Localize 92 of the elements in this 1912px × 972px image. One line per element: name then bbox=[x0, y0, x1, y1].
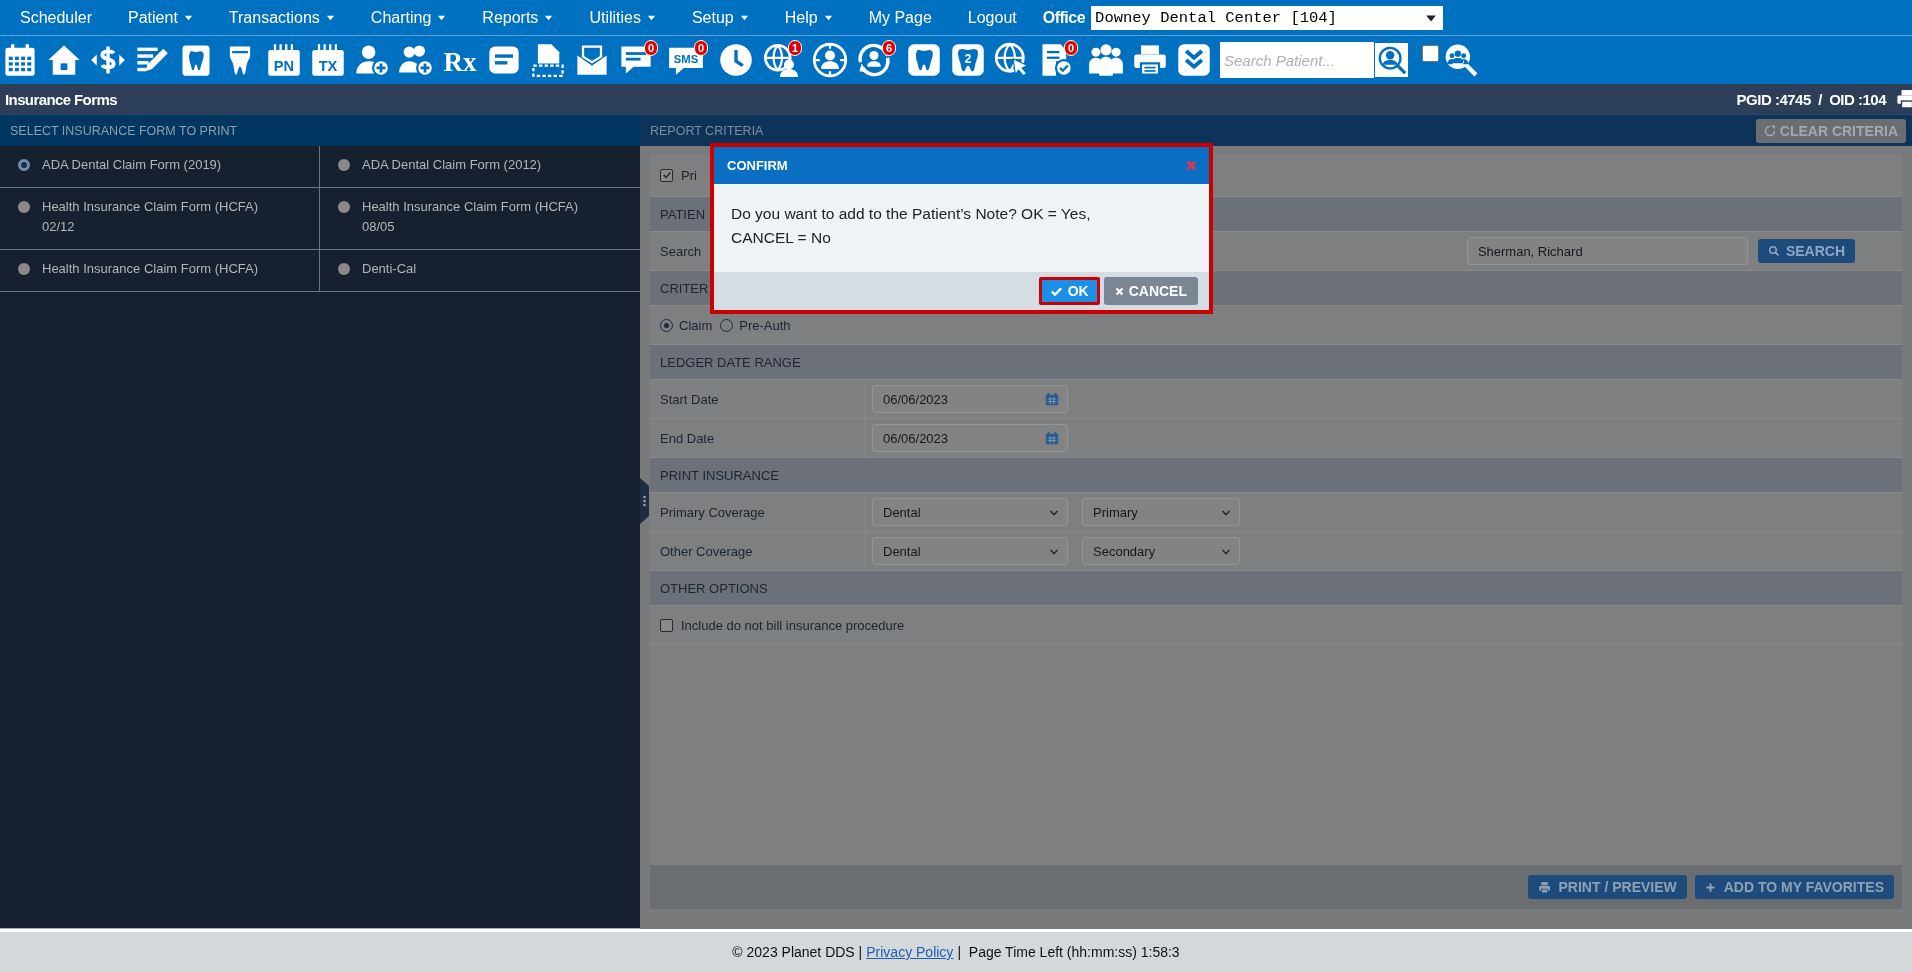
dropdown[interactable]: Dental bbox=[872, 498, 1068, 526]
tooth-icon[interactable] bbox=[906, 42, 942, 78]
ok-button[interactable]: OK bbox=[1038, 277, 1100, 305]
menu-item[interactable]: My Page bbox=[868, 8, 932, 27]
dialog-title: CONFIRM bbox=[727, 158, 788, 173]
action-button[interactable]: PRINT / PREVIEW bbox=[1527, 875, 1687, 899]
plus-icon bbox=[1704, 881, 1716, 893]
dropdown[interactable]: Primary bbox=[1082, 498, 1240, 526]
date-field[interactable]: 06/06/2023 bbox=[872, 424, 1068, 452]
menu-item[interactable]: Setup bbox=[691, 8, 749, 27]
radio-label: Claim bbox=[679, 317, 713, 333]
form-option-label[interactable]: ADA Dental Claim Form (2019) bbox=[42, 155, 222, 175]
close-icon bbox=[1114, 286, 1124, 296]
privacy-policy-link[interactable]: Privacy Policy bbox=[866, 944, 954, 960]
checkbox[interactable] bbox=[660, 168, 673, 182]
document-scan-icon[interactable] bbox=[530, 42, 566, 78]
office-select[interactable]: Downey Dental Center [104] bbox=[1091, 5, 1444, 30]
user-add-icon[interactable] bbox=[354, 42, 390, 78]
calendar-icon[interactable] bbox=[2, 42, 38, 78]
globe-user-icon[interactable] bbox=[812, 42, 848, 78]
menu-item[interactable]: Patient bbox=[128, 8, 193, 27]
panel-heading: REPORT CRITERIA bbox=[650, 123, 764, 138]
date-field[interactable]: 06/06/2023 bbox=[872, 385, 1068, 413]
form-option-label[interactable]: Denti-Cal bbox=[362, 259, 417, 279]
field-label: Primary Coverage bbox=[660, 504, 765, 520]
menu-item[interactable]: Logout bbox=[967, 8, 1017, 27]
form-option-label[interactable]: Health Insurance Claim Form (HCFA) 02/12 bbox=[42, 197, 282, 237]
menu-item[interactable]: Charting bbox=[370, 8, 447, 27]
page-time-left: | Page Time Left (hh:mm:ss) 1:58:3 bbox=[957, 944, 1180, 960]
page-ids: PGID :4745 / OID :104 bbox=[1736, 90, 1886, 108]
clock-icon[interactable] bbox=[718, 42, 754, 78]
cancel-button[interactable]: CANCEL bbox=[1103, 277, 1198, 305]
printer-icon[interactable] bbox=[1896, 88, 1912, 110]
group-search-icon[interactable] bbox=[1444, 43, 1478, 77]
search-button[interactable]: SEARCH bbox=[1757, 239, 1855, 263]
radio-button[interactable] bbox=[338, 201, 350, 213]
caret-icon bbox=[1425, 12, 1438, 23]
menu-item[interactable]: Help bbox=[784, 8, 833, 27]
field-label: Search bbox=[660, 243, 702, 259]
copyright-text: © 2023 Planet DDS | bbox=[732, 944, 863, 960]
checkbox-label: Include do not bill insurance procedure bbox=[681, 617, 905, 633]
checkbox[interactable] bbox=[660, 618, 673, 632]
globe-cursor-icon[interactable] bbox=[994, 42, 1030, 78]
count-badge: 1 bbox=[788, 40, 802, 56]
patient-search-field[interactable]: Search Patient... bbox=[1220, 42, 1374, 78]
refresh-icon bbox=[1763, 124, 1776, 137]
count-badge: 6 bbox=[882, 40, 896, 56]
field-label: End Date bbox=[660, 430, 715, 446]
people-icon[interactable] bbox=[1088, 42, 1124, 78]
radio-button[interactable] bbox=[338, 263, 350, 275]
count-badge: 0 bbox=[644, 40, 658, 56]
section-heading: PRINT INSURANCE bbox=[650, 458, 1902, 493]
tooth-icon[interactable]: 2 bbox=[950, 42, 986, 78]
form-option-label[interactable]: Health Insurance Claim Form (HCFA) bbox=[42, 259, 258, 279]
check-icon bbox=[1049, 285, 1063, 297]
envelope-icon[interactable] bbox=[574, 42, 610, 78]
radio-label: Pre-Auth bbox=[739, 317, 791, 333]
double-chevron-icon[interactable] bbox=[1176, 42, 1212, 78]
checkbox[interactable] bbox=[1422, 44, 1439, 62]
radio-button[interactable] bbox=[338, 159, 350, 171]
office-label: Office bbox=[1042, 8, 1086, 27]
dropdown[interactable]: Dental bbox=[872, 537, 1068, 565]
section-heading: LEDGER DATE RANGE bbox=[650, 345, 1902, 380]
field-label: Other Coverage bbox=[660, 543, 753, 559]
panel-heading: SELECT INSURANCE FORM TO PRINT bbox=[0, 114, 640, 146]
menu-item[interactable]: Reports bbox=[482, 8, 554, 27]
form-option-label[interactable]: ADA Dental Claim Form (2012) bbox=[362, 155, 542, 175]
field-label: Start Date bbox=[660, 391, 719, 407]
search-icon bbox=[1767, 245, 1780, 257]
search-button[interactable] bbox=[1374, 43, 1408, 77]
collapse-handle[interactable] bbox=[640, 478, 649, 524]
radio-button[interactable] bbox=[18, 263, 30, 275]
patient-field[interactable]: Sherman, Richard bbox=[1466, 237, 1748, 265]
users-add-icon[interactable] bbox=[398, 42, 434, 78]
menu-item[interactable]: Scheduler bbox=[20, 8, 93, 27]
page-title: Insurance Forms bbox=[5, 90, 117, 108]
radio-button[interactable] bbox=[18, 201, 30, 213]
printer-icon bbox=[1537, 880, 1551, 894]
menu-item[interactable]: Utilities bbox=[589, 8, 656, 27]
section-heading: OTHER OPTIONS bbox=[650, 571, 1902, 606]
dropdown[interactable]: Secondary bbox=[1082, 537, 1240, 565]
menu-item[interactable]: Transactions bbox=[228, 8, 335, 27]
prescription-icon[interactable]: Rx bbox=[442, 42, 478, 78]
checkbox-label: Pri bbox=[681, 167, 697, 183]
radio-button[interactable] bbox=[18, 159, 30, 171]
user-search-icon bbox=[1376, 45, 1407, 75]
form-option-label[interactable]: Health Insurance Claim Form (HCFA) 08/05 bbox=[362, 197, 602, 237]
refresh-user-icon[interactable] bbox=[856, 42, 892, 78]
count-badge: 0 bbox=[1064, 40, 1078, 56]
count-badge: 0 bbox=[694, 40, 708, 56]
globe-user-icon[interactable] bbox=[762, 42, 798, 78]
action-button[interactable]: ADD TO MY FAVORITES bbox=[1694, 875, 1894, 899]
